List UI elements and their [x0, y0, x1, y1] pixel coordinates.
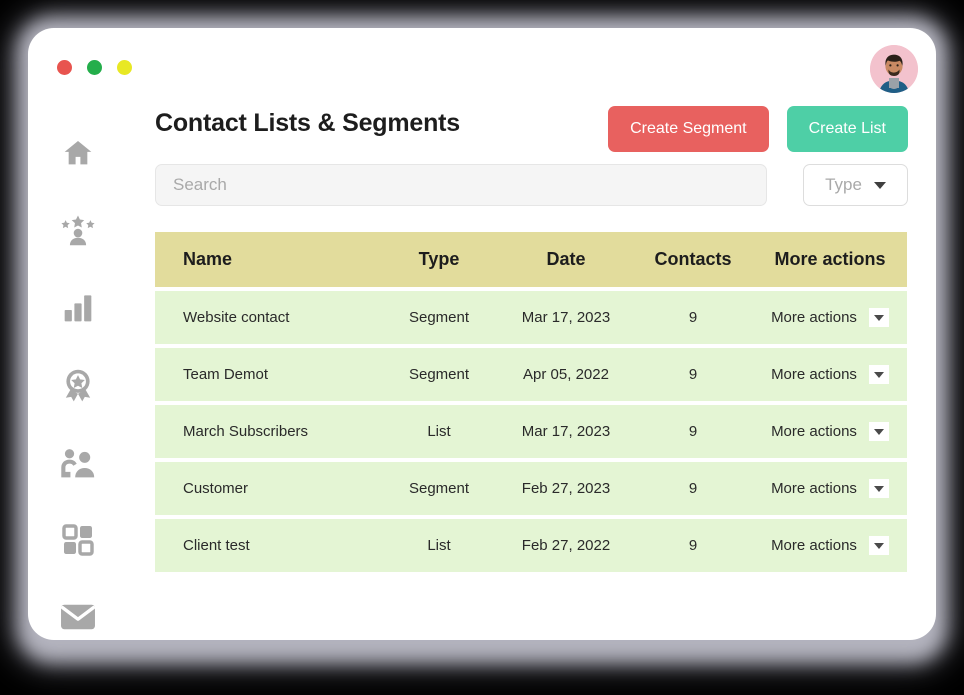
cell-type: Segment	[379, 348, 499, 401]
cell-type: Segment	[379, 462, 499, 515]
titlebar	[28, 28, 936, 93]
sidebar-item-contacts[interactable]	[55, 440, 101, 485]
people-team-icon	[60, 446, 96, 478]
cell-contacts: 9	[633, 348, 753, 401]
cell-name: Team Demot	[155, 348, 379, 401]
cell-more-actions[interactable]: More actions	[753, 405, 907, 458]
search-input[interactable]	[155, 164, 767, 206]
chevron-down-icon	[873, 485, 884, 492]
chevron-down-icon	[873, 542, 884, 549]
table-header-row: Name Type Date Contacts More actions	[155, 232, 907, 287]
column-header-type[interactable]: Type	[379, 232, 499, 287]
filter-bar: Type	[155, 164, 908, 206]
cell-date: Mar 17, 2023	[499, 405, 633, 458]
cell-more-actions[interactable]: More actions	[753, 291, 907, 344]
column-header-date[interactable]: Date	[499, 232, 633, 287]
table-header: Name Type Date Contacts More actions	[155, 232, 907, 287]
main-content: Contact Lists & Segments Create Segment …	[128, 84, 936, 640]
table-row[interactable]: March Subscribers List Mar 17, 2023 9 Mo…	[155, 405, 907, 458]
contact-lists-table: Name Type Date Contacts More actions Web…	[155, 228, 907, 576]
column-header-name[interactable]: Name	[155, 232, 379, 287]
cell-type: Segment	[379, 291, 499, 344]
more-actions-label: More actions	[771, 309, 857, 326]
home-icon	[61, 137, 95, 169]
more-actions-dropdown-button[interactable]	[868, 308, 889, 327]
column-header-contacts[interactable]: Contacts	[633, 232, 753, 287]
sidebar	[28, 84, 128, 640]
cell-name: Website contact	[155, 291, 379, 344]
cell-more-actions[interactable]: More actions	[753, 348, 907, 401]
more-actions-dropdown-button[interactable]	[868, 422, 889, 441]
table-body: Website contact Segment Mar 17, 2023 9 M…	[155, 291, 907, 572]
cell-more-actions[interactable]: More actions	[753, 462, 907, 515]
table-row[interactable]: Client test List Feb 27, 2022 9 More act…	[155, 519, 907, 572]
cell-more-actions[interactable]: More actions	[753, 519, 907, 572]
close-window-button[interactable]	[57, 60, 72, 75]
app-window: Contact Lists & Segments Create Segment …	[28, 28, 936, 640]
cell-name: Client test	[155, 519, 379, 572]
envelope-icon	[60, 603, 96, 631]
sidebar-item-rewards[interactable]	[55, 362, 101, 407]
sidebar-item-home[interactable]	[55, 130, 101, 175]
chevron-down-icon	[873, 428, 884, 435]
cell-date: Mar 17, 2023	[499, 291, 633, 344]
sidebar-item-leads[interactable]	[55, 207, 101, 252]
cell-date: Feb 27, 2023	[499, 462, 633, 515]
cell-name: Customer	[155, 462, 379, 515]
user-stars-icon	[59, 214, 97, 246]
cell-contacts: 9	[633, 462, 753, 515]
table-row[interactable]: Customer Segment Feb 27, 2023 9 More act…	[155, 462, 907, 515]
type-filter-label: Type	[825, 175, 862, 194]
page-title: Contact Lists & Segments	[155, 108, 460, 137]
maximize-window-button[interactable]	[117, 60, 132, 75]
cell-date: Apr 05, 2022	[499, 348, 633, 401]
cell-contacts: 9	[633, 519, 753, 572]
chevron-down-icon	[873, 314, 884, 321]
sidebar-item-apps[interactable]	[55, 517, 101, 562]
column-header-more-actions: More actions	[753, 232, 907, 287]
more-actions-dropdown-button[interactable]	[868, 536, 889, 555]
create-segment-button[interactable]: Create Segment	[608, 106, 769, 152]
chevron-down-icon	[873, 181, 886, 189]
table-row[interactable]: Team Demot Segment Apr 05, 2022 9 More a…	[155, 348, 907, 401]
window-controls	[57, 60, 132, 75]
screenshot-root: Contact Lists & Segments Create Segment …	[0, 0, 964, 695]
more-actions-label: More actions	[771, 423, 857, 440]
sidebar-item-mail[interactable]	[55, 595, 101, 640]
grid-apps-icon	[62, 524, 94, 556]
more-actions-dropdown-button[interactable]	[868, 365, 889, 384]
more-actions-dropdown-button[interactable]	[868, 479, 889, 498]
type-filter-dropdown[interactable]: Type	[803, 164, 908, 206]
cell-date: Feb 27, 2022	[499, 519, 633, 572]
chevron-down-icon	[873, 371, 884, 378]
award-badge-icon	[61, 368, 95, 402]
more-actions-label: More actions	[771, 537, 857, 554]
table-row[interactable]: Website contact Segment Mar 17, 2023 9 M…	[155, 291, 907, 344]
header-actions: Create Segment Create List	[608, 106, 908, 152]
page-header: Contact Lists & Segments Create Segment …	[155, 84, 908, 162]
create-list-button[interactable]: Create List	[786, 106, 908, 152]
cell-type: List	[379, 519, 499, 572]
more-actions-label: More actions	[771, 366, 857, 383]
cell-type: List	[379, 405, 499, 458]
more-actions-label: More actions	[771, 480, 857, 497]
sidebar-item-reports[interactable]	[55, 285, 101, 330]
cell-contacts: 9	[633, 405, 753, 458]
cell-contacts: 9	[633, 291, 753, 344]
minimize-window-button[interactable]	[87, 60, 102, 75]
cell-name: March Subscribers	[155, 405, 379, 458]
bar-chart-icon	[62, 293, 94, 323]
